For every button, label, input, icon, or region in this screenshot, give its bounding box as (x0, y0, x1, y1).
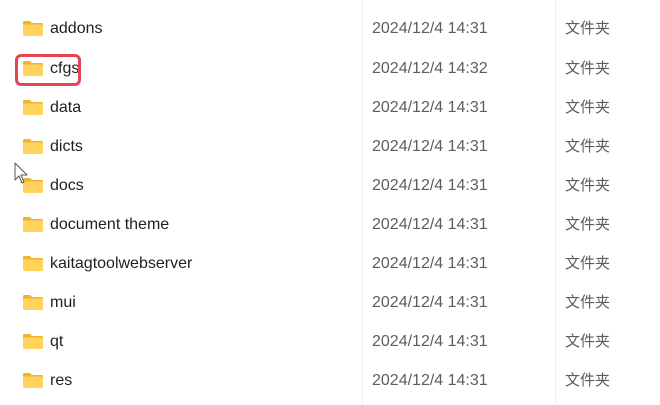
file-row-res[interactable]: res 2024/12/4 14:31 文件夹 (0, 362, 660, 401)
file-modified-date: 2024/12/4 14:32 (372, 60, 488, 77)
file-row-cfgs[interactable]: cfgs 2024/12/4 14:32 文件夹 (0, 50, 660, 89)
file-name: document theme (50, 216, 170, 233)
file-row-document-theme[interactable]: document theme 2024/12/4 14:31 文件夹 (0, 206, 660, 245)
file-name: mui (50, 294, 76, 311)
file-name: kaitagtoolwebserver (50, 255, 193, 272)
file-row-kaitagtoolwebserver[interactable]: kaitagtoolwebserver 2024/12/4 14:31 文件夹 (0, 245, 660, 284)
file-modified-date: 2024/12/4 14:31 (372, 177, 488, 194)
folder-icon (22, 99, 44, 116)
file-type: 文件夹 (565, 333, 611, 350)
folder-icon (22, 294, 44, 311)
file-type: 文件夹 (565, 138, 611, 155)
file-row-mui[interactable]: mui 2024/12/4 14:31 文件夹 (0, 284, 660, 323)
file-name: qt (50, 333, 64, 350)
file-modified-date: 2024/12/4 14:31 (372, 333, 488, 350)
folder-icon (22, 20, 44, 37)
file-type: 文件夹 (565, 60, 611, 77)
file-type: 文件夹 (565, 294, 611, 311)
file-name: dicts (50, 138, 83, 155)
folder-icon (22, 372, 44, 389)
folder-icon (22, 333, 44, 350)
folder-icon (22, 216, 44, 233)
file-modified-date: 2024/12/4 14:31 (372, 20, 488, 37)
file-modified-date: 2024/12/4 14:31 (372, 372, 488, 389)
folder-icon (22, 138, 44, 155)
file-type: 文件夹 (565, 255, 611, 272)
file-modified-date: 2024/12/4 14:31 (372, 138, 488, 155)
file-modified-date: 2024/12/4 14:31 (372, 216, 488, 233)
file-modified-date: 2024/12/4 14:31 (372, 255, 488, 272)
file-type: 文件夹 (565, 20, 611, 37)
file-type: 文件夹 (565, 372, 611, 389)
file-name: addons (50, 20, 103, 37)
file-name: res (50, 372, 73, 389)
file-row-docs[interactable]: docs 2024/12/4 14:31 文件夹 (0, 167, 660, 206)
mouse-pointer-icon (14, 162, 28, 184)
folder-icon (22, 255, 44, 272)
highlight-annotation (15, 54, 81, 86)
file-row-dicts[interactable]: dicts 2024/12/4 14:31 文件夹 (0, 128, 660, 167)
file-row-addons[interactable]: addons 2024/12/4 14:31 文件夹 (0, 10, 660, 49)
file-name: data (50, 99, 82, 116)
file-list: addons 2024/12/4 14:31 文件夹 cfgs 2024/12/… (0, 0, 660, 405)
file-row-data[interactable]: data 2024/12/4 14:31 文件夹 (0, 89, 660, 128)
file-type: 文件夹 (565, 216, 611, 233)
file-row-qt[interactable]: qt 2024/12/4 14:31 文件夹 (0, 323, 660, 362)
file-name: docs (50, 177, 84, 194)
file-modified-date: 2024/12/4 14:31 (372, 294, 488, 311)
file-type: 文件夹 (565, 177, 611, 194)
file-modified-date: 2024/12/4 14:31 (372, 99, 488, 116)
file-type: 文件夹 (565, 99, 611, 116)
